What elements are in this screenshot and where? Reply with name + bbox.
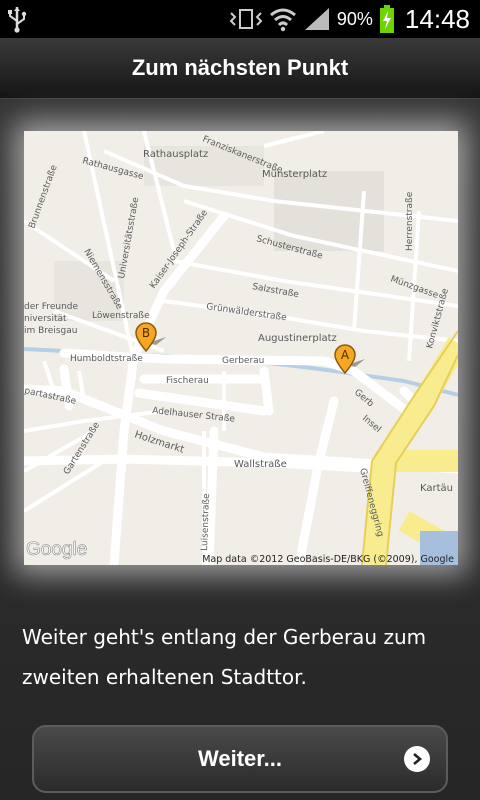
wifi-icon	[269, 8, 296, 32]
marker-label: A	[341, 348, 350, 362]
status-bar: 90% 14:48	[0, 0, 480, 38]
street-label: Rathausplatz	[143, 149, 208, 160]
weiter-button[interactable]: Weiter...	[32, 725, 448, 793]
usb-icon	[8, 7, 27, 33]
street-label: Münsterplatz	[262, 169, 327, 180]
street-label: Fischerau	[166, 376, 209, 386]
street-label: Gerberau	[222, 356, 264, 366]
map-view[interactable]: Rathausgasse Rathausplatz Franziskanerst…	[24, 131, 458, 565]
street-label: Wallstraße	[234, 459, 287, 470]
map-canvas[interactable]: Rathausgasse Rathausplatz Franziskanerst…	[24, 131, 458, 565]
google-logo: Google	[26, 539, 87, 560]
street-label: im Breisgau	[24, 326, 77, 336]
instruction-text: Weiter geht's entlang der Gerberau zum z…	[22, 625, 427, 689]
street-label: Luisenstraße	[200, 493, 212, 551]
street-label: Humboldtstraße	[70, 354, 143, 364]
chevron-right-icon	[404, 746, 430, 772]
street-label: Herrenstraße	[405, 191, 415, 251]
weiter-button-label: Weiter...	[198, 746, 282, 771]
content-area: Rathausgasse Rathausplatz Franziskanerst…	[0, 99, 480, 800]
marker-label: B	[142, 326, 150, 340]
title-bar: Zum nächsten Punkt	[0, 38, 480, 99]
street-label: der Freunde	[24, 302, 78, 312]
page-title: Zum nächsten Punkt	[131, 55, 349, 80]
battery-percent: 90%	[336, 8, 373, 29]
map-attribution: Map data ©2012 GeoBasis-DE/BKG (©2009), …	[202, 554, 454, 565]
street-label: Kartäu	[420, 483, 453, 494]
battery-charging-icon	[379, 5, 394, 33]
street-label: Löwenstraße	[92, 311, 150, 321]
street-label: Augustinerplatz	[258, 333, 337, 344]
signal-icon	[304, 8, 329, 30]
vibrate-icon	[229, 9, 263, 29]
clock: 14:48	[404, 3, 470, 34]
street-label: niversität	[24, 314, 67, 324]
